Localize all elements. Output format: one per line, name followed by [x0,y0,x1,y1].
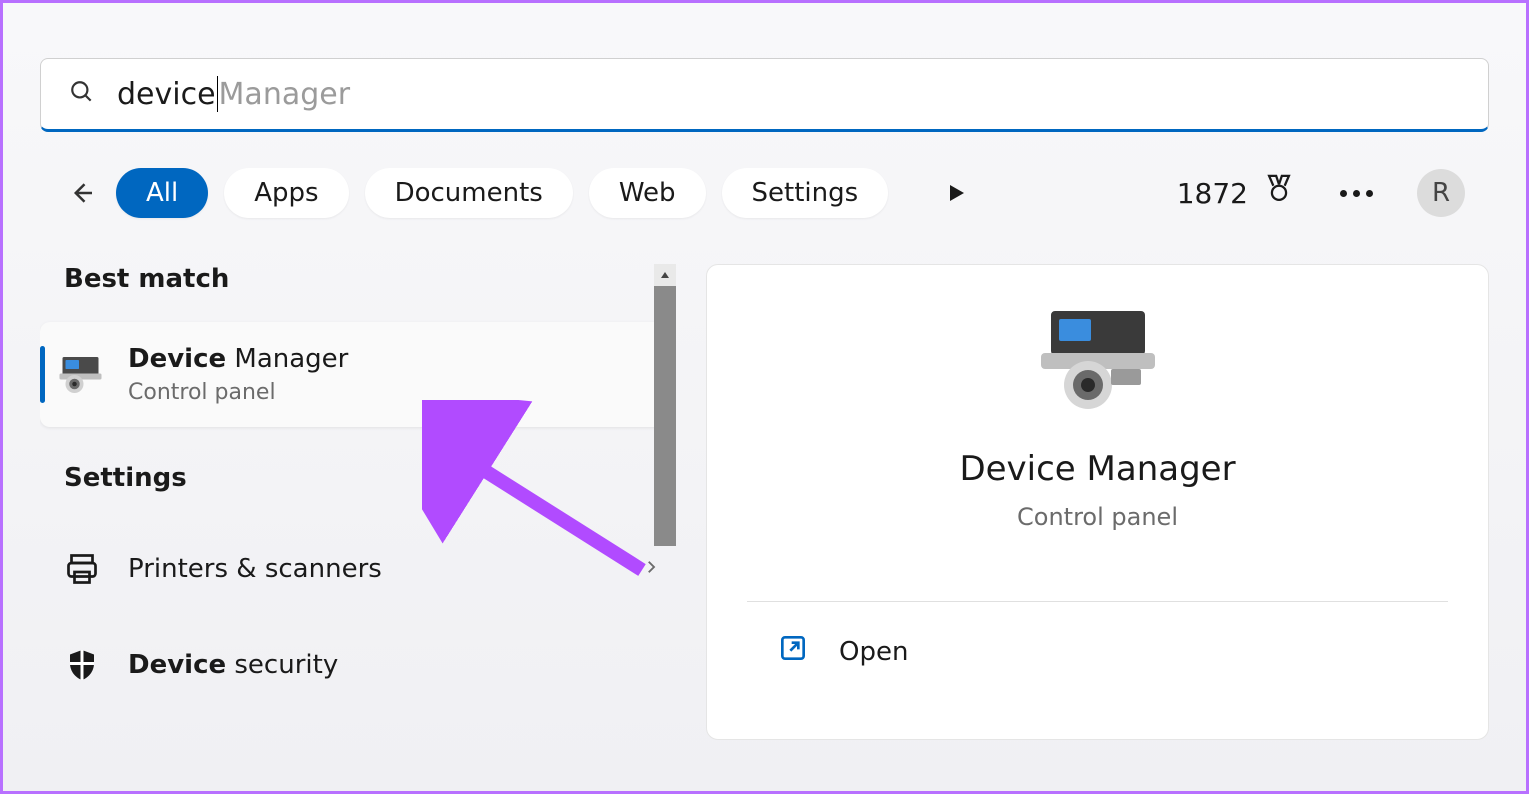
scroll-up-icon[interactable] [654,264,676,286]
scroll-thumb[interactable] [654,286,676,546]
detail-title: Device Manager [959,449,1235,489]
divider [747,601,1448,602]
filter-tab-settings[interactable]: Settings [722,168,889,218]
points-value: 1872 [1177,177,1248,210]
result-title: Device Manager [128,344,660,374]
result-subtitle: Control panel [128,380,660,405]
more-filters-icon[interactable] [944,181,968,205]
detail-subtitle: Control panel [1017,503,1178,531]
result-title: Printers & scanners [128,554,622,584]
filter-tab-apps[interactable]: Apps [224,168,348,218]
back-button[interactable] [64,175,100,211]
avatar-initial: R [1432,178,1450,208]
filter-tab-documents[interactable]: Documents [365,168,573,218]
result-device-security[interactable]: Device security [40,617,676,713]
filter-tab-web[interactable]: Web [589,168,706,218]
filter-row: All Apps Documents Web Settings 1872 R [40,132,1489,218]
search-input[interactable]: device Manager [117,76,350,112]
search-icon [69,79,95,109]
shield-icon [56,639,108,691]
section-best-match: Best match [40,264,676,322]
results-column: Best match Device Manager [40,264,676,740]
result-printers-scanners[interactable]: Printers & scanners [40,521,676,617]
open-icon [777,632,809,671]
device-manager-icon [56,349,108,401]
action-label: Open [839,637,908,667]
filter-tab-all[interactable]: All [116,168,208,218]
user-avatar[interactable]: R [1417,169,1465,217]
detail-panel: Device Manager Control panel Open [706,264,1489,740]
more-menu-icon[interactable] [1340,190,1373,197]
text-caret [217,76,218,112]
scrollbar[interactable] [654,264,676,740]
search-bar[interactable]: device Manager [40,58,1489,132]
medal-icon [1262,173,1296,214]
section-settings: Settings [40,427,676,521]
printer-icon [56,543,108,595]
action-open[interactable]: Open [707,632,1488,671]
search-typed-text: device [117,77,216,112]
result-title: Device security [128,650,660,680]
result-device-manager[interactable]: Device Manager Control panel [40,322,676,427]
rewards-points[interactable]: 1872 [1177,173,1296,214]
device-manager-large-icon [1033,305,1163,419]
search-suggestion-text: Manager [219,77,351,112]
